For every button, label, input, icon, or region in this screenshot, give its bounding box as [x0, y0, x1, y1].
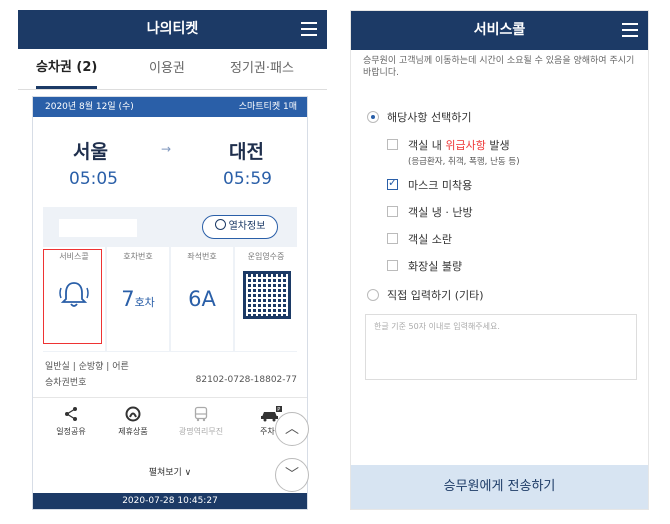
masked-field — [59, 219, 137, 237]
ticket-header: 2020년 8월 12일 (수) 스마트티켓 1매 — [33, 97, 307, 117]
notice-text: 승무원이 고객님께 이동하는데 시간이 소요될 수 있음을 양해하여 주시기 바… — [363, 56, 635, 78]
option-label-highlight: 위급사항 — [445, 139, 486, 152]
option-label: 객실 냉 · 난방 — [408, 206, 473, 219]
tab-passes[interactable]: 이용권 — [149, 49, 185, 89]
cell-label: 운임영수증 — [247, 252, 285, 261]
ticket-type: 스마트티켓 1매 — [238, 102, 297, 112]
action-label: 일정공유 — [56, 427, 86, 436]
input-placeholder: 한글 기준 50자 이내로 입력해주세요. — [374, 322, 500, 331]
origin-station: 서울 — [73, 141, 108, 163]
tab-bar: 승차권 (2) 이용권 정기권·패스 — [18, 49, 327, 90]
checkbox-icon — [387, 260, 398, 271]
menu-icon[interactable] — [622, 23, 638, 37]
option-noise[interactable]: 객실 소란 — [387, 231, 452, 247]
service-call-screen: 서비스콜 승무원이 고객님께 이동하는데 시간이 소요될 수 있음을 양해하여 … — [350, 10, 649, 510]
arrow-right-icon: → — [161, 142, 172, 156]
action-label: 제휴상품 — [118, 427, 148, 436]
chevron-down-icon[interactable]: ﹀ — [275, 458, 309, 492]
radio-label: 직접 입력하기 (기타) — [387, 289, 484, 302]
ticket-number: 82102-0728-18802-77 — [195, 375, 297, 385]
clock-icon — [214, 219, 226, 230]
seat-number-cell: 좌석번호 6A — [171, 247, 233, 351]
option-sublabel: (응급환자, 취객, 폭행, 난동 등) — [408, 157, 520, 167]
header-bar: 나의티켓 — [18, 10, 327, 49]
option-emergency[interactable]: 객실 내 위급사항 발생 (응급환자, 취객, 폭행, 난동 등) — [387, 137, 520, 167]
train-info-label: 열차정보 — [228, 221, 266, 232]
bus-icon — [171, 406, 231, 426]
ticket-number-label: 승차권번호 — [45, 378, 87, 388]
send-to-crew-button[interactable]: 승무원에게 전송하기 — [351, 465, 648, 509]
issue-timestamp: 2020-07-28 10:45:27 — [33, 493, 307, 509]
fare-receipt-cell[interactable]: 운임영수증 — [235, 247, 297, 351]
tab-season-pass[interactable]: 정기권·패스 — [230, 49, 294, 89]
arrival-time: 05:59 — [223, 169, 272, 189]
share-icon — [41, 406, 101, 426]
travel-date: 2020년 8월 12일 (수) — [45, 102, 134, 112]
checkbox-icon — [387, 233, 398, 244]
option-label: 화장실 불량 — [408, 260, 463, 273]
departure-time: 05:05 — [69, 169, 118, 189]
menu-icon[interactable] — [301, 22, 317, 36]
checkbox-icon — [387, 139, 398, 150]
destination-station: 대전 — [229, 141, 264, 163]
header-bar: 서비스콜 — [351, 11, 648, 50]
train-info-button[interactable]: 열차정보 — [202, 215, 278, 239]
car-number-cell: 호차번호 7호차 — [107, 247, 169, 351]
radio-selected-icon — [367, 111, 379, 123]
option-heating-cooling[interactable]: 객실 냉 · 난방 — [387, 204, 473, 220]
expand-button[interactable]: 펼쳐보기 ∨ — [33, 465, 307, 478]
car-number-unit: 호차 — [134, 296, 155, 309]
limousine-button[interactable]: 광명역리무진 — [171, 406, 231, 437]
partner-products-button[interactable]: 제휴상품 — [103, 406, 163, 437]
svg-text:P: P — [277, 407, 280, 413]
chevron-up-icon[interactable]: ︿ — [275, 412, 309, 446]
radio-select-option[interactable]: 해당사항 선택하기 — [367, 109, 471, 125]
cell-label: 호차번호 — [123, 252, 153, 261]
page-title: 서비스콜 — [473, 22, 526, 38]
seat-number: 6A — [188, 287, 216, 311]
direct-input-field[interactable]: 한글 기준 50자 이내로 입력해주세요. — [365, 314, 637, 380]
cell-label: 좌석번호 — [187, 252, 217, 261]
action-bar: 일정공유 제휴상품 광명역리무진 P 주차장 — [33, 397, 307, 450]
checkbox-icon — [387, 206, 398, 217]
qr-code-frame — [243, 271, 291, 319]
checkbox-checked-icon — [387, 176, 398, 190]
service-call-highlight — [43, 249, 102, 344]
option-label-post: 발생 — [485, 139, 510, 152]
radio-direct-option[interactable]: 직접 입력하기 (기타) — [367, 287, 484, 303]
option-no-mask[interactable]: 마스크 미착용 — [387, 176, 473, 193]
page-title: 나의티켓 — [146, 21, 199, 37]
option-label: 객실 소란 — [408, 233, 452, 246]
option-restroom[interactable]: 화장실 불량 — [387, 258, 462, 274]
radio-label: 해당사항 선택하기 — [387, 111, 472, 124]
route-info: 서울 05:05 → 대전 05:59 — [33, 117, 307, 207]
car-number: 7호차 — [107, 287, 169, 311]
car-number-value: 7 — [121, 287, 135, 311]
radio-unselected-icon — [367, 289, 379, 301]
partner-icon — [103, 406, 163, 426]
option-label-pre: 객실 내 — [408, 139, 446, 152]
tab-tickets[interactable]: 승차권 (2) — [36, 49, 98, 89]
action-label: 광명역리무진 — [178, 427, 224, 436]
class-info: 일반실 | 순방향 | 어른 — [45, 362, 129, 372]
option-label: 마스크 미착용 — [408, 179, 473, 192]
share-schedule-button[interactable]: 일정공유 — [41, 406, 101, 437]
